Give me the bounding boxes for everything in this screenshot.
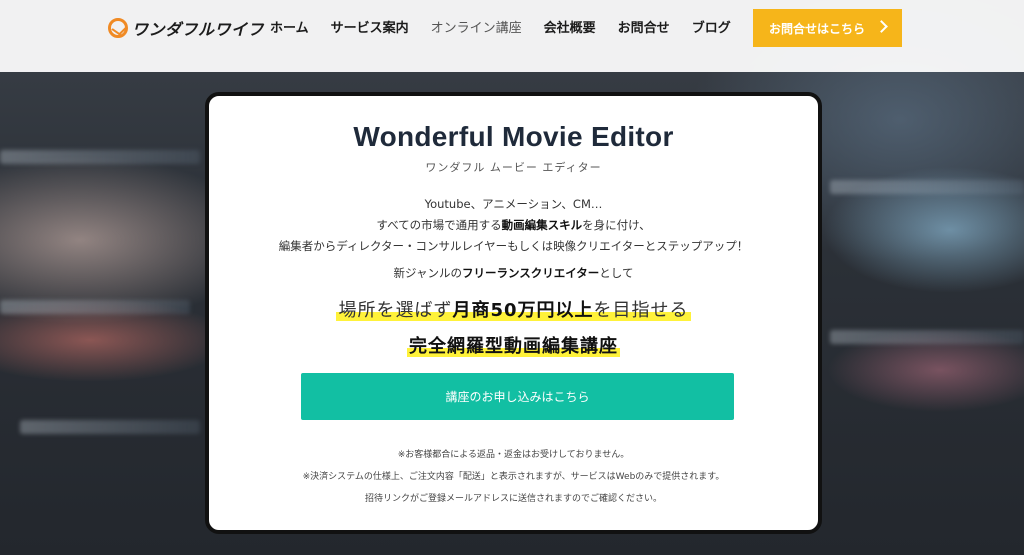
course-description: Youtube、アニメーション、CM… すべての市場で通用する動画編集スキルを身… bbox=[209, 194, 818, 257]
circle-check-icon bbox=[108, 18, 128, 38]
lead-text: 新ジャンルのフリーランスクリエイターとして bbox=[209, 265, 818, 281]
course-subtitle: ワンダフル ムービー エディター bbox=[425, 161, 602, 174]
nav-item-company[interactable]: 会社概要 bbox=[544, 20, 596, 38]
bg-strip bbox=[0, 150, 200, 164]
bg-strip bbox=[0, 300, 190, 314]
nav-item-home[interactable]: ホーム bbox=[270, 20, 309, 38]
bg-strip bbox=[20, 420, 200, 434]
headline-post: を目指せる bbox=[593, 300, 689, 321]
site-header: ワンダフルワイフ ホーム サービス案内 オンライン講座 会社概要 お問合せ ブロ… bbox=[0, 0, 1024, 72]
desc-text: を身に付け、 bbox=[582, 218, 651, 232]
headline-bold: 月商50万円以上 bbox=[452, 300, 594, 321]
desc-line-1: Youtube、アニメーション、CM… bbox=[424, 197, 603, 211]
main-nav: ホーム サービス案内 オンライン講座 会社概要 お問合せ ブログ bbox=[270, 20, 753, 38]
nav-item-blog[interactable]: ブログ bbox=[692, 20, 731, 38]
bg-strip bbox=[830, 180, 1024, 194]
desc-line-2: すべての市場で通用する動画編集スキルを身に付け、 bbox=[209, 215, 818, 236]
note-delivery: ※決済システムの仕様上、ご注文内容「配送」と表示されますが、サービスはWebのみ… bbox=[302, 472, 725, 482]
note-invite: 招待リンクがご登録メールアドレスに送信されますのでご確認ください。 bbox=[364, 494, 662, 504]
headline-line-1: 場所を選ばず月商50万円以上を目指せる bbox=[209, 296, 818, 322]
headline-line-2: 完全網羅型動画編集講座 bbox=[209, 332, 818, 358]
nav-item-services[interactable]: サービス案内 bbox=[331, 20, 409, 38]
desc-bold: 動画編集スキル bbox=[501, 218, 583, 232]
bg-strip bbox=[830, 330, 1024, 344]
logo-text: ワンダフルワイフ bbox=[132, 20, 265, 39]
headline-pre: 場所を選ばず bbox=[338, 300, 453, 321]
chevron-right-icon bbox=[875, 20, 888, 33]
course-name-highlight: 完全網羅型動画編集講座 bbox=[407, 336, 620, 357]
desc-line-3: 編集者からディレクター・コンサルレイヤーもしくは映像クリエイターとステップアップ… bbox=[278, 239, 749, 253]
nav-item-online-course[interactable]: オンライン講座 bbox=[431, 20, 522, 38]
lead-bold: フリーランスクリエイター bbox=[461, 266, 600, 280]
apply-button[interactable]: 講座のお申し込みはこちら bbox=[301, 373, 734, 420]
contact-cta-button[interactable]: お問合せはこちら bbox=[753, 9, 902, 47]
note-refund: ※お客様都合による返品・返金はお受けしておりません。 bbox=[397, 450, 630, 460]
lead-post: として bbox=[599, 266, 634, 280]
desc-text: すべての市場で通用する bbox=[376, 218, 502, 232]
course-title: Wonderful Movie Editor bbox=[353, 121, 674, 152]
nav-item-contact[interactable]: お問合せ bbox=[618, 20, 670, 38]
site-logo[interactable]: ワンダフルワイフ bbox=[108, 16, 264, 40]
course-card: Wonderful Movie Editor ワンダフル ムービー エディター … bbox=[205, 92, 822, 534]
notes: ※お客様都合による返品・返金はお受けしておりません。 ※決済システムの仕様上、ご… bbox=[209, 444, 818, 510]
contact-cta-label: お問合せはこちら bbox=[769, 21, 866, 36]
headline-highlight: 場所を選ばず月商50万円以上を目指せる bbox=[336, 300, 691, 321]
lead-pre: 新ジャンルの bbox=[393, 266, 462, 280]
